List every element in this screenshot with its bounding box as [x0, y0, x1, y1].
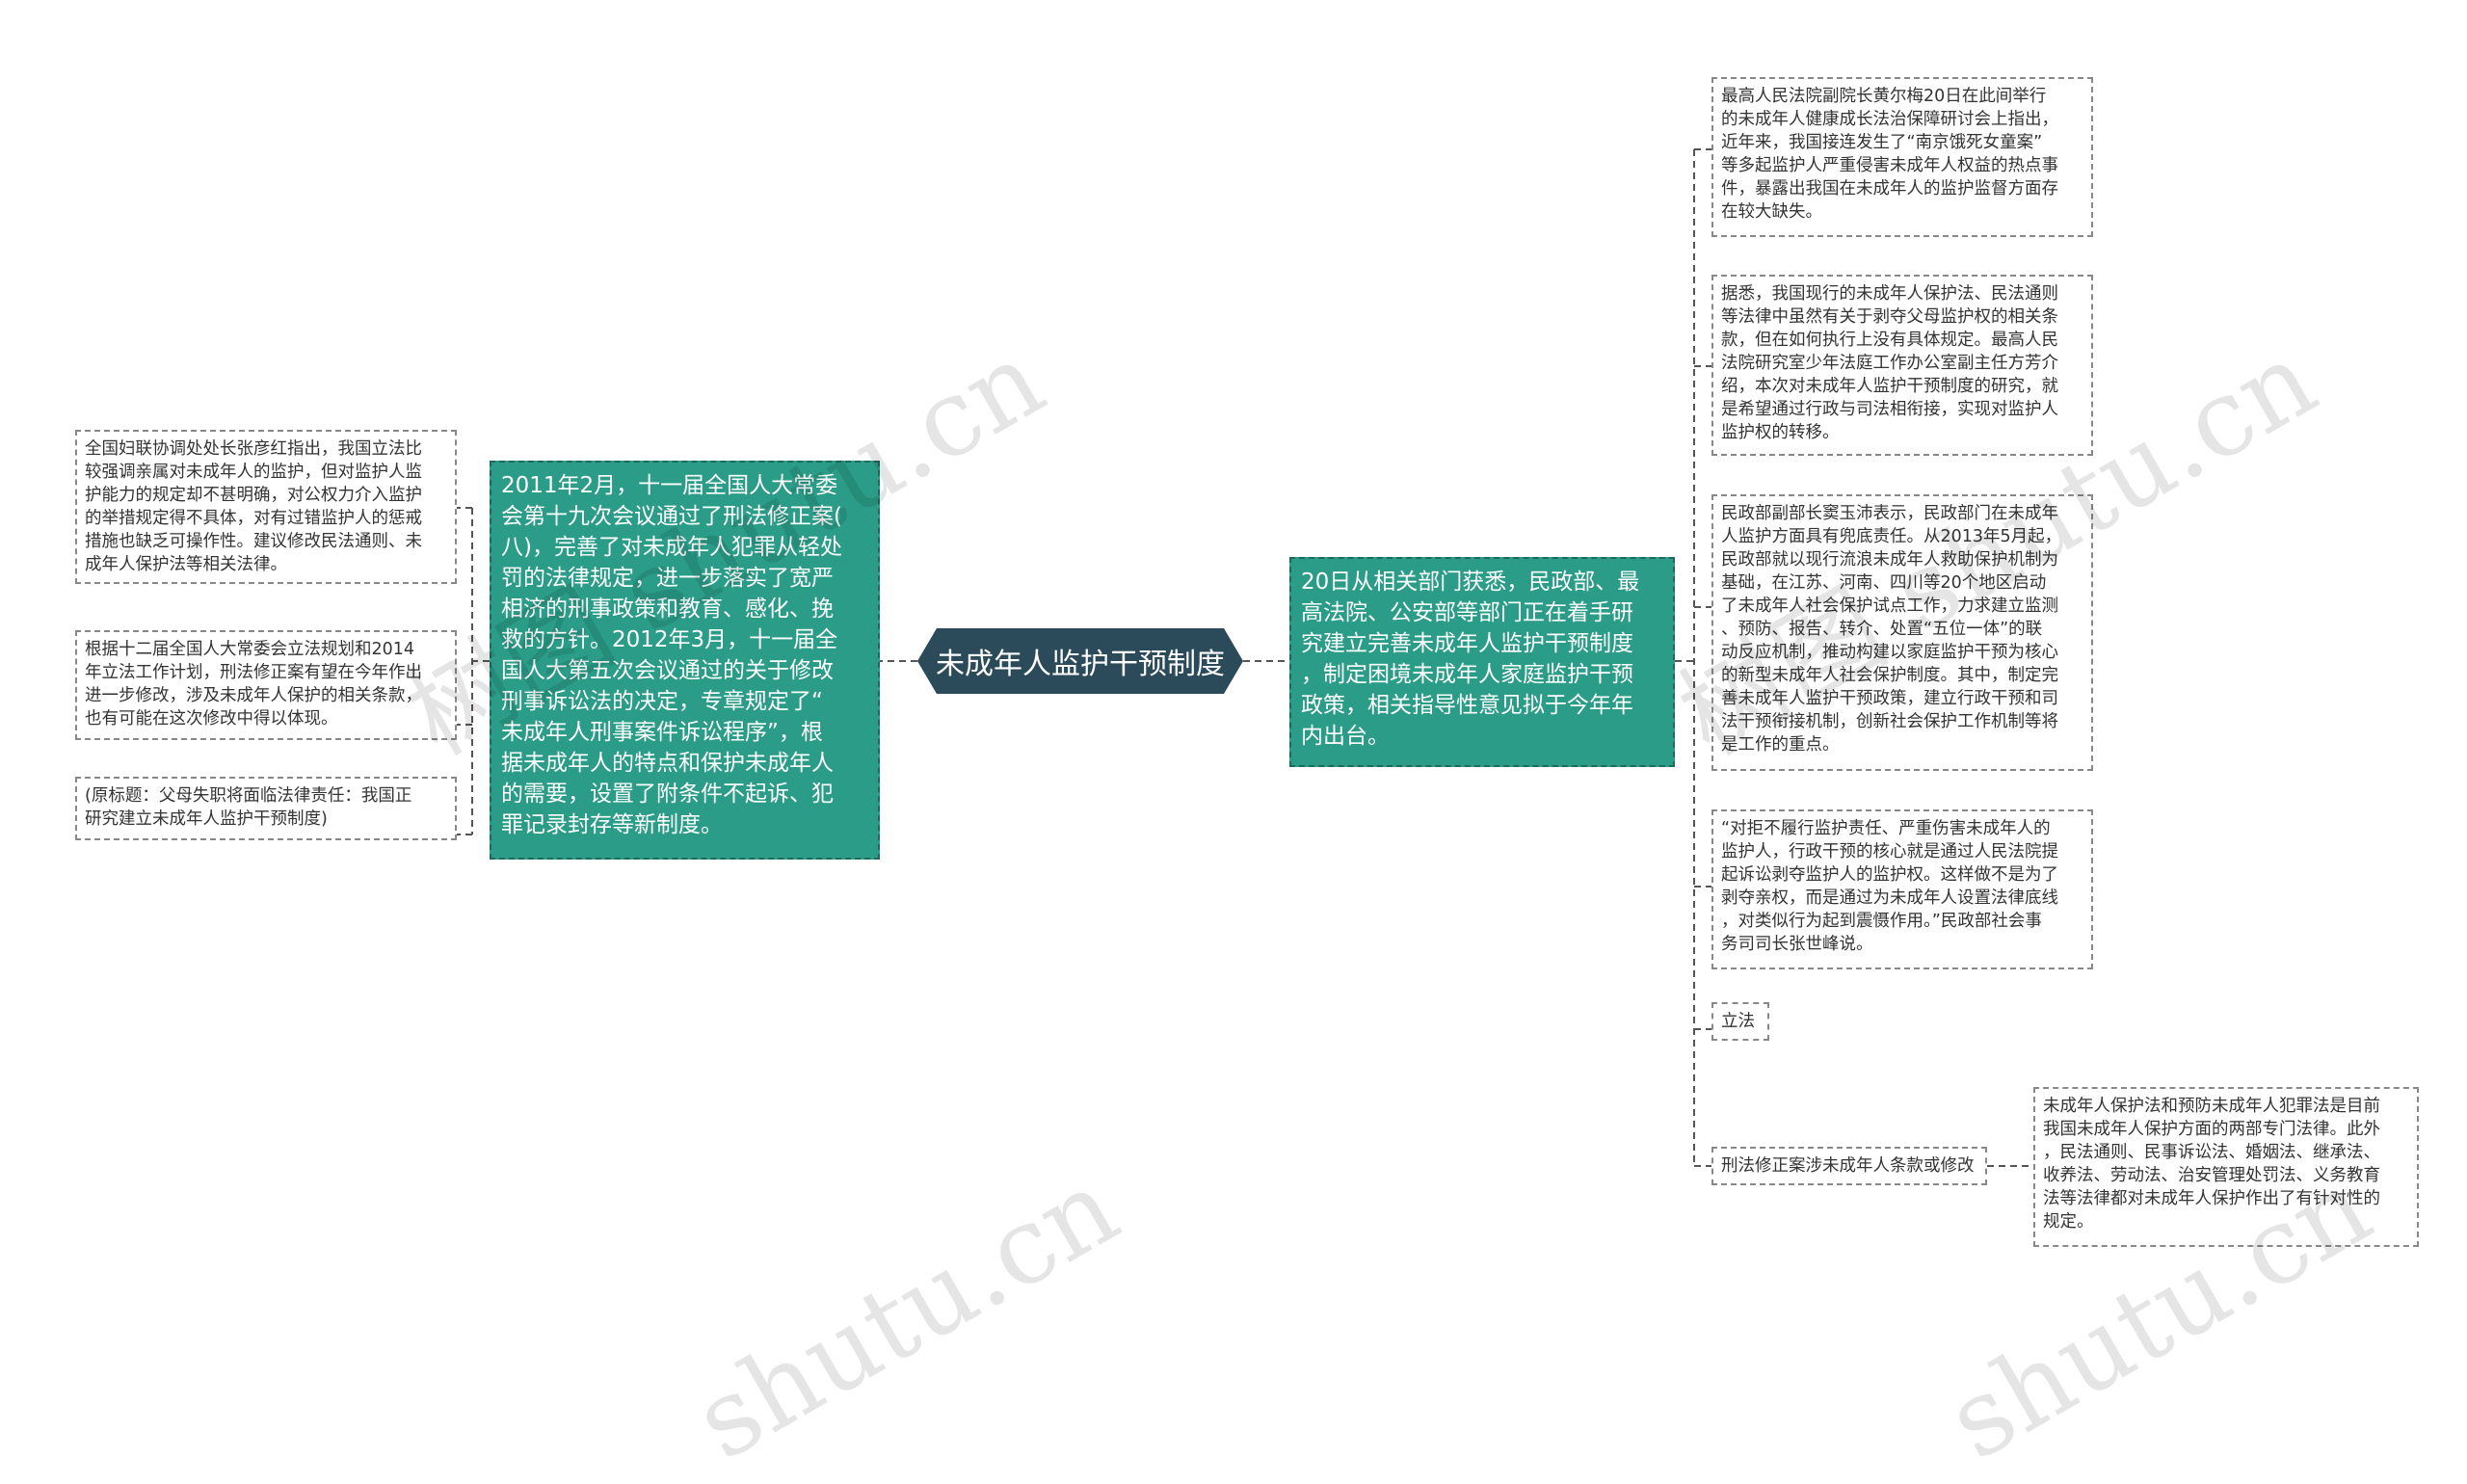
right-leaf-2[interactable]: 据悉，我国现行的未成年人保护法、民法通则 等法律中虽然有关于剥夺父母监护权的相关…: [1711, 275, 2093, 456]
left-main-node[interactable]: 2011年2月，十一届全国人大常委 会第十九次会议通过了刑法修正案( 八)，完善…: [490, 461, 880, 860]
right-leaf-criminal-law-amendment[interactable]: 刑法修正案涉未成年人条款或修改: [1711, 1147, 1987, 1185]
sub-leaf-protection-laws[interactable]: 未成年人保护法和预防未成年人犯罪法是目前 我国未成年人保护方面的两部专门法律。此…: [2033, 1087, 2419, 1247]
left-leaf-2[interactable]: 根据十二届全国人大常委会立法规划和2014 年立法工作计划，刑法修正案有望在今年…: [75, 630, 457, 740]
left-leaf-1[interactable]: 全国妇联协调处处长张彦红指出，我国立法比 较强调亲属对未成年人的监护，但对监护人…: [75, 430, 457, 584]
right-leaf-4[interactable]: “对拒不履行监护责任、严重伤害未成年人的 监护人，行政干预的核心就是通过人民法院…: [1711, 809, 2093, 969]
watermark: shutu.cn: [675, 1145, 1138, 1484]
right-leaf-1[interactable]: 最高人民法院副院长黄尔梅20日在此间举行 的未成年人健康成长法治保障研讨会上指出…: [1711, 77, 2093, 237]
left-leaf-3[interactable]: (原标题：父母失职将面临法律责任：我国正 研究建立未成年人监护干预制度): [75, 777, 457, 840]
right-leaf-legislation[interactable]: 立法: [1711, 1002, 1769, 1041]
right-leaf-3[interactable]: 民政部副部长窦玉沛表示，民政部门在未成年 人监护方面具有兜底责任。从2013年5…: [1711, 494, 2093, 771]
right-main-node[interactable]: 20日从相关部门获悉，民政部、最 高法院、公安部等部门正在着手研 究建立完善未成…: [1289, 557, 1675, 767]
central-topic[interactable]: 未成年人监护干预制度: [917, 628, 1243, 694]
